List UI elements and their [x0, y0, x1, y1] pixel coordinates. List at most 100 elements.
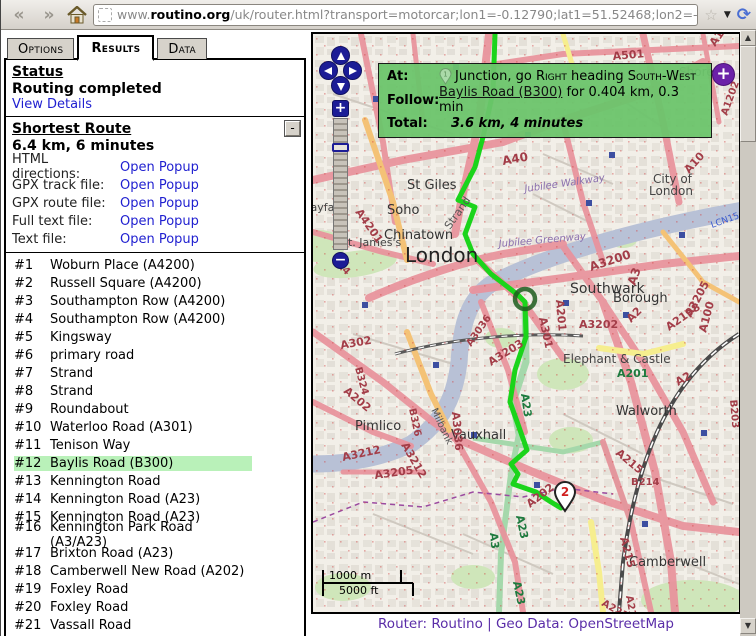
- tab-results[interactable]: Results: [77, 35, 154, 61]
- step-number: #14: [14, 492, 50, 507]
- route-step-row[interactable]: #10 Waterloo Road (A301): [6, 418, 304, 436]
- scroll-up-button[interactable]: ▲: [740, 30, 756, 46]
- step-name: Strand: [50, 384, 252, 399]
- file-label: Full text file:: [12, 214, 120, 229]
- step-name: Southampton Row (A4200): [50, 294, 252, 309]
- tab-options[interactable]: Options: [7, 38, 74, 59]
- scroll-down-button[interactable]: ▼: [740, 618, 756, 634]
- step-number: #18: [14, 564, 50, 579]
- shortest-route-heading: Shortest Route: [6, 119, 137, 138]
- step-name: Kennington Road (A23): [50, 492, 252, 507]
- route-step-row[interactable]: #20 Foxley Road: [6, 598, 304, 616]
- back-icon[interactable]: «: [7, 5, 31, 25]
- route-step-row[interactable]: #8 Strand: [6, 382, 304, 400]
- map-label: Walworth: [616, 404, 677, 419]
- tab-data[interactable]: Data: [157, 38, 207, 59]
- route-step-row[interactable]: #21 Vassall Road: [6, 616, 304, 634]
- open-popup-link[interactable]: Open Popup: [120, 196, 199, 211]
- route-step-row[interactable]: #4 Southampton Row (A4200): [6, 310, 304, 328]
- map-label: Elephant & Castle: [563, 352, 671, 366]
- route-step-row[interactable]: #1 Woburn Place (A4200): [6, 256, 304, 274]
- vertical-scrollbar[interactable]: ▲ ▼: [740, 30, 756, 636]
- route-step-row[interactable]: #16 Kennington Park Road (A3/A23): [6, 526, 304, 544]
- route-step-row[interactable]: #11 Tenison Way: [6, 436, 304, 454]
- tooltip-at-label: At:: [387, 69, 439, 84]
- step-number: #11: [14, 438, 50, 453]
- view-details-link[interactable]: View Details: [6, 97, 304, 112]
- step-name: Roundabout: [50, 402, 252, 417]
- waypoint1-pin-icon: 1: [439, 68, 452, 85]
- routino-link[interactable]: Routino: [431, 616, 482, 632]
- step-number: #19: [14, 582, 50, 597]
- route-step-row[interactable]: #14 Kennington Road (A23): [6, 490, 304, 508]
- open-popup-link[interactable]: Open Popup: [120, 178, 199, 193]
- route-step-row[interactable]: #9 Roundabout: [6, 400, 304, 418]
- step-number: #13: [14, 474, 50, 489]
- openstreetmap-link[interactable]: OpenStreetMap: [568, 616, 674, 632]
- step-number: #4: [14, 312, 50, 327]
- pan-down-icon: [337, 83, 345, 91]
- maximize-button[interactable]: +: [712, 63, 735, 86]
- step-name: Kingsway: [50, 330, 252, 345]
- zoom-in-button[interactable]: +: [332, 100, 349, 117]
- step-name: Brixton Road (A23): [50, 546, 252, 561]
- step-number: #10: [14, 420, 50, 435]
- scale-ft-label: 5000 ft: [339, 584, 379, 597]
- step-name: Foxley Road: [50, 582, 252, 597]
- step-name: Southampton Row (A4200): [50, 312, 252, 327]
- collapse-button[interactable]: -: [285, 121, 300, 136]
- dropdown-caret-icon[interactable]: ▼: [724, 10, 731, 20]
- status-section: Status Routing completed View Details: [6, 60, 304, 117]
- route-step-row[interactable]: #12 Baylis Road (B300): [6, 454, 304, 472]
- reload-icon[interactable]: ⟳: [737, 5, 751, 25]
- scrollbar-thumb[interactable]: [740, 46, 756, 142]
- browser-window: « » www.routino.org/uk/router.html?trans…: [0, 0, 756, 636]
- route-step-row[interactable]: #6 primary road: [6, 346, 304, 364]
- step-name: Camberwell New Road (A202): [50, 564, 252, 579]
- map-label: A201: [553, 299, 569, 331]
- open-popup-link[interactable]: Open Popup: [120, 214, 199, 229]
- follow-road-link[interactable]: Baylis Road (B300): [439, 85, 562, 100]
- pan-right-icon: [349, 67, 357, 75]
- route-step-row[interactable]: #19 Foxley Road: [6, 580, 304, 598]
- route-step-row[interactable]: #18 Camberwell New Road (A202): [6, 562, 304, 580]
- forward-icon[interactable]: »: [37, 5, 61, 25]
- step-number: #3: [14, 294, 50, 309]
- pan-up-icon: [337, 52, 345, 60]
- route-step-row[interactable]: #13 Kennington Road: [6, 472, 304, 490]
- step-name: Baylis Road (B300): [50, 456, 252, 471]
- route-step-row[interactable]: #17 Brixton Road (A23): [6, 544, 304, 562]
- shortest-route-section: Shortest Route - 6.4 km, 6 minutes HTML …: [6, 117, 304, 253]
- map-viewport[interactable]: 2 St GilesSohoChinatownLondonSt. James's…: [311, 32, 741, 614]
- route-step-row[interactable]: #2 Russell Square (A4200): [6, 274, 304, 292]
- open-popup-link[interactable]: Open Popup: [120, 160, 199, 175]
- status-text: Routing completed: [6, 81, 304, 97]
- open-popup-link[interactable]: Open Popup: [120, 232, 199, 247]
- zoom-out-button[interactable]: −: [332, 252, 349, 269]
- zoom-slider[interactable]: [333, 118, 348, 250]
- route-step-row[interactable]: #5 Kingsway: [6, 328, 304, 346]
- map-label: Soho: [387, 203, 419, 218]
- file-label: GPX track file:: [12, 178, 120, 193]
- results-panel: Status Routing completed View Details Sh…: [4, 58, 306, 636]
- route-step-row[interactable]: #3 Southampton Row (A4200): [6, 292, 304, 310]
- step-name: Woburn Place (A4200): [50, 258, 252, 273]
- map-label: B214: [631, 477, 660, 488]
- url-bar[interactable]: www.routino.org/uk/router.html?transport…: [93, 4, 698, 26]
- step-name: Strand: [50, 366, 252, 381]
- file-row: Text file: Open Popup: [6, 230, 304, 248]
- step-number: #6: [14, 348, 50, 363]
- pan-down-button[interactable]: [331, 76, 350, 95]
- home-icon[interactable]: [67, 6, 87, 24]
- zoom-slider-handle[interactable]: [332, 143, 349, 152]
- route-step-row[interactable]: #7 Strand: [6, 364, 304, 382]
- map-label: London: [405, 243, 478, 267]
- route-step-list: #1 Woburn Place (A4200) #2 Russell Squar…: [6, 253, 304, 636]
- tab-bar: Options Results Data: [7, 33, 207, 59]
- step-number: #21: [14, 618, 50, 633]
- step-number: #8: [14, 384, 50, 399]
- step-number: #20: [14, 600, 50, 615]
- bookmark-star-icon[interactable]: ☆: [704, 6, 717, 24]
- map-label: Pimlico: [355, 419, 401, 434]
- file-row: HTML directions: Open Popup: [6, 158, 304, 176]
